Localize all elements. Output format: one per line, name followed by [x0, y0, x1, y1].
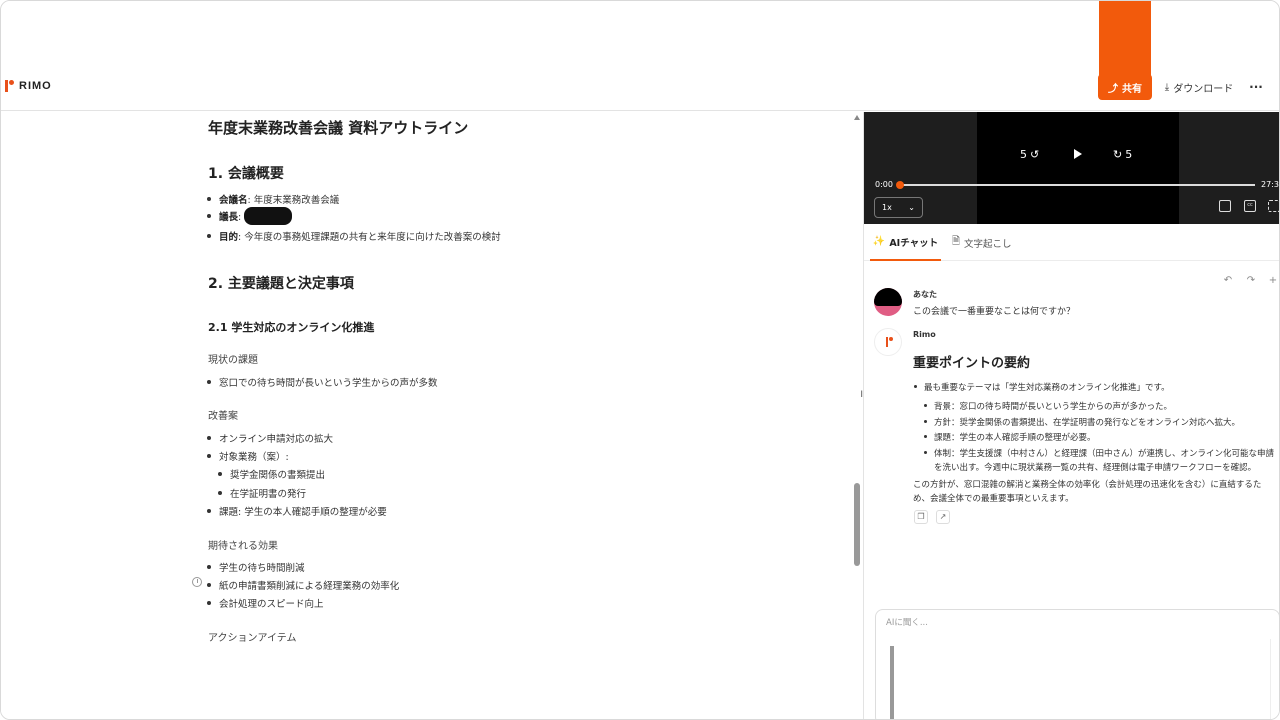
forward-seconds: 5 — [1125, 148, 1133, 161]
answer-conclusion: この方針が、窓口混雑の解消と業務全体の効率化（会計処理の迅速化を含む）に直結する… — [913, 480, 1262, 490]
answer-title: 重要ポイントの要約 — [913, 356, 1031, 371]
answer-main-point: 最も重要なテーマは「学生対応業務のオンライン化推進」です。 — [914, 383, 1170, 393]
top-header: RIMO ⤴ 共有 ⤓ ダウンロード ··· — [1, 1, 1279, 111]
video-frame — [977, 112, 1179, 224]
undo-icon[interactable]: ↶ — [1221, 274, 1235, 288]
subsection-heading: 2.1 学生対応のオンライン化推進 — [208, 321, 375, 334]
share-label: 共有 — [1122, 83, 1142, 95]
redo-icon[interactable]: ↷ — [1244, 274, 1258, 288]
answer-sub-point: 方針：奨学金関係の書類提出、在学証明書の発行などをオンライン対応へ拡大。 — [923, 418, 1241, 428]
playback-speed-select[interactable]: 1x ⌄ — [874, 197, 923, 218]
ai-chat-input[interactable] — [875, 609, 1279, 719]
section-heading-overview: 1. 会議概要 — [208, 166, 284, 182]
answer-sub-point: 課題：学生の本人確認手順の整理が必要。 — [924, 433, 1096, 443]
answer-sub-point: 体制：学生支援課（中村さん）と経理課（田中さん）が連携し、オンライン化可能な申請 — [923, 449, 1275, 459]
sparkle-icon: ✨ — [872, 236, 886, 247]
user-message: この会議で一番重要なことは何ですか？ — [913, 307, 1076, 317]
list-item: 会議名: 年度末業務改善会議 — [206, 192, 339, 206]
ai-chat-input-field[interactable] — [886, 618, 1186, 628]
rewind-seconds: 5 — [1020, 148, 1027, 161]
bot-name: Rimo — [913, 330, 936, 339]
app-window: RIMO ⤴ 共有 ⤓ ダウンロード ··· 年度末業務改善会議 資料アウトライ… — [0, 0, 1280, 720]
rimo-logo[interactable]: RIMO — [5, 80, 52, 92]
download-label: ダウンロード — [1173, 83, 1234, 95]
current-time: 0:00 — [875, 180, 893, 189]
list-subitem: 在学証明書の発行 — [217, 486, 306, 500]
input-scrollbar[interactable] — [1270, 639, 1278, 719]
label-expected-effects: 期待される効果 — [208, 541, 278, 552]
section-heading-topics: 2. 主要議題と決定事項 — [208, 276, 354, 292]
download-button[interactable]: ⤓ ダウンロード — [1163, 74, 1235, 100]
share-icon: ⤴ — [1108, 83, 1118, 95]
user-name: あなた — [913, 290, 937, 299]
video-player[interactable]: 5 ↺ ↻ 5 0:00 27:37 1x ⌄ cc — [864, 112, 1279, 224]
copy-icon[interactable]: ❐ — [914, 510, 928, 524]
document-icon: 🗎 — [952, 236, 961, 247]
document-scrollbar[interactable] — [854, 483, 860, 566]
tab-label: 文字起こし — [964, 238, 1012, 250]
list-item: 学生の待ち時間削減 — [207, 560, 305, 574]
list-item: 対象業務（案）: — [207, 449, 289, 463]
right-panel: 5 ↺ ↻ 5 0:00 27:37 1x ⌄ cc ✨ — [863, 112, 1279, 719]
orange-accent-tab — [1099, 1, 1151, 77]
more-options-button[interactable]: ··· — [1245, 74, 1267, 100]
progress-bar[interactable] — [896, 181, 1255, 189]
captions-icon[interactable]: cc — [1244, 200, 1256, 212]
share-icon[interactable]: ↗ — [936, 510, 950, 524]
download-icon: ⤓ — [1164, 81, 1170, 93]
user-avatar — [874, 288, 902, 316]
tab-transcript[interactable]: 🗎 文字起こし — [952, 224, 1012, 261]
speed-value: 1x — [882, 203, 892, 212]
clock-icon[interactable] — [192, 577, 202, 587]
label-improvement-plan: 改善案 — [208, 411, 238, 422]
share-button[interactable]: ⤴ 共有 — [1098, 74, 1152, 100]
forward-icon: ↻ — [1113, 148, 1123, 161]
logo-mark-icon — [5, 80, 15, 92]
answer-sub-point-cont: を洗い出す。今週中に現状業務一覧の共有、経理側は電子申請ワークフローを確認。 — [934, 463, 1257, 473]
tab-ai-chat[interactable]: ✨ AIチャット — [870, 224, 941, 261]
list-item: 議長: — [206, 209, 241, 223]
forward-button[interactable]: ↻ 5 — [1113, 148, 1132, 161]
progress-knob[interactable] — [896, 181, 904, 189]
rewind-button[interactable]: 5 ↺ — [1020, 148, 1039, 161]
scroll-up-arrow-icon[interactable] — [854, 115, 860, 120]
list-item: 窓口での待ち時間が長いという学生からの声が多数 — [207, 375, 438, 389]
answer-conclusion: め、会議全体での最重要事項といえます。 — [913, 494, 1074, 504]
label-action-items: アクションアイテム — [208, 633, 297, 644]
answer-sub-point: 背景：窓口の待ち時間が長いという学生からの声が多かった。 — [923, 402, 1173, 412]
document-title: 年度末業務改善会議 資料アウトライン — [208, 119, 469, 137]
logo-text: RIMO — [19, 80, 52, 92]
list-item: 課題: 学生の本人確認手順の整理が必要 — [207, 504, 387, 518]
list-item: 紙の申請書類削減による経理業務の効率化 — [206, 578, 399, 592]
total-time: 27:37 — [1261, 180, 1279, 189]
list-item: 目的: 今年度の事務処理課題の共有と来年度に向けた改善案の検討 — [207, 229, 501, 243]
play-icon[interactable] — [1074, 149, 1082, 159]
text-cursor-bar — [890, 646, 894, 719]
tab-label: AIチャット — [889, 237, 939, 249]
fullscreen-icon[interactable] — [1268, 200, 1279, 212]
image-icon[interactable] — [1219, 200, 1231, 212]
chevron-down-icon: ⌄ — [908, 203, 915, 212]
document-pane: 年度末業務改善会議 資料アウトライン 1. 会議概要 会議名: 年度末業務改善会… — [1, 112, 863, 719]
new-chat-plus-icon[interactable]: + — [1266, 274, 1279, 288]
rewind-icon: ↺ — [1030, 148, 1040, 161]
panel-tabs: ✨ AIチャット 🗎 文字起こし — [864, 224, 1279, 261]
bot-avatar — [874, 328, 902, 356]
label-current-issues: 現状の課題 — [208, 355, 258, 366]
list-item: 会計処理のスピード向上 — [207, 596, 324, 610]
list-subitem: 奨学金関係の書類提出 — [217, 467, 325, 481]
redacted-name — [244, 207, 292, 225]
list-item: オンライン申請対応の拡大 — [206, 431, 333, 445]
